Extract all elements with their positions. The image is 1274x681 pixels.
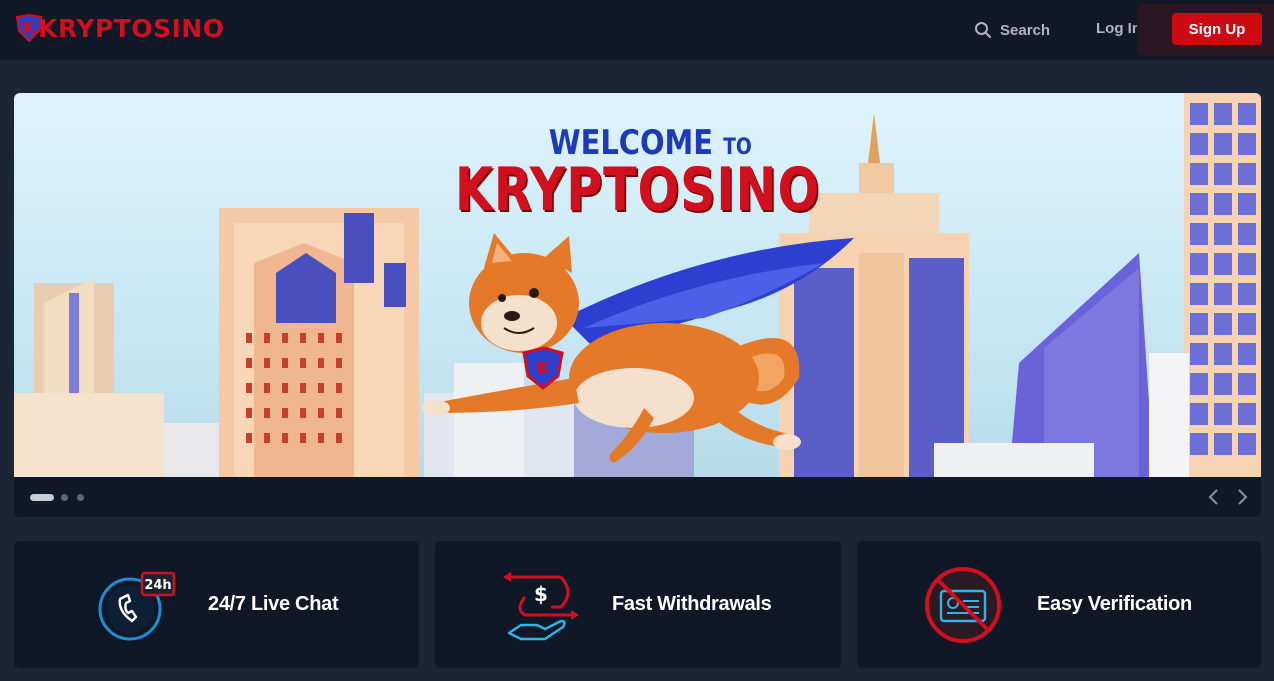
logo-shield-icon: K (15, 13, 43, 43)
svg-text:K: K (536, 358, 551, 379)
hero-carousel: K WELCOME TO KRYPTOSINO (14, 93, 1261, 517)
hero-brand-title: KRYPTOSINO (454, 155, 821, 225)
carousel-dot-2[interactable] (61, 494, 68, 501)
feature-label-easy-verification: Easy Verification (1037, 593, 1192, 615)
carousel-dot-1[interactable] (30, 494, 54, 501)
feature-label-fast-withdrawals: Fast Withdrawals (612, 593, 772, 615)
carousel-dot-3[interactable] (77, 494, 84, 501)
live-chat-24h-icon: 24h (98, 571, 176, 641)
signup-button[interactable]: Sign Up (1172, 13, 1262, 45)
hero-banner-image[interactable]: K WELCOME TO KRYPTOSINO (14, 93, 1261, 477)
superhero-dog-mascot: K (422, 233, 854, 463)
carousel-prev-arrow-icon[interactable] (1204, 487, 1224, 507)
top-header: K KRYPTOSINO Search Log In Sign Up (0, 0, 1274, 60)
logo-text: KRYPTOSINO (38, 13, 225, 43)
search-label: Search (1000, 21, 1051, 39)
feature-card-live-chat: 24h 24/7 Live Chat (14, 541, 419, 668)
fast-withdrawal-icon: $ (503, 572, 579, 641)
feature-label-live-chat: 24/7 Live Chat (208, 593, 339, 615)
svg-text:$: $ (534, 582, 548, 606)
search-button[interactable]: Search (974, 18, 1050, 42)
login-button[interactable]: Log In (1096, 20, 1141, 37)
no-id-verification-icon (925, 567, 1001, 643)
search-icon (975, 22, 991, 38)
svg-text:K: K (23, 18, 36, 37)
carousel-next-arrow-icon[interactable] (1232, 487, 1252, 507)
svg-text:24h: 24h (144, 578, 171, 593)
feature-card-fast-withdrawals: $ Fast Withdrawals (435, 541, 841, 668)
feature-card-easy-verification: Easy Verification (857, 541, 1261, 668)
kryptosino-logo[interactable]: K KRYPTOSINO (14, 10, 224, 46)
carousel-controls (14, 477, 1261, 517)
